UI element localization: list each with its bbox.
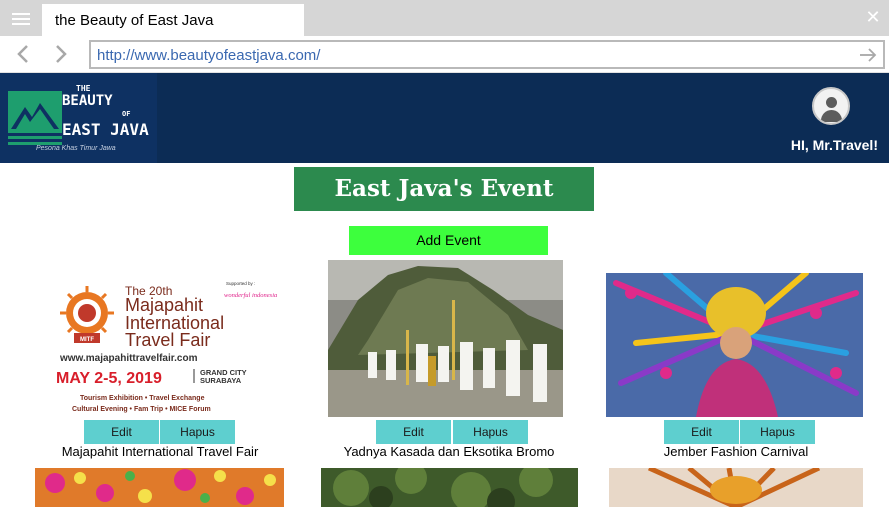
event-name: Majapahit International Travel Fair — [61, 444, 259, 459]
poster-date: MAY 2-5, 2019 — [56, 370, 162, 387]
url-text[interactable]: http://www.beautyofeastjava.com/ — [97, 47, 320, 64]
page-title: East Java's Event — [294, 167, 594, 211]
event-image[interactable] — [35, 468, 284, 507]
site-logo[interactable]: THE BEAUTY OF EAST JAVA Pesona Khas Timu… — [0, 73, 157, 163]
event-image[interactable]: MITF The 20th Supported by : wonderful i… — [52, 273, 284, 418]
event-name: Jember Fashion Carnival — [663, 444, 809, 459]
poster-activities-1: Tourism Exhibition • Travel Exchange — [80, 395, 205, 402]
address-bar[interactable]: http://www.beautyofeastjava.com/ — [89, 40, 885, 69]
poster-activities-2: Cultural Evening • Fam Trip • MICE Forum — [72, 406, 211, 413]
poster-supported-by: Supported by : — [226, 281, 255, 286]
event-image[interactable] — [321, 468, 578, 507]
add-event-button[interactable]: Add Event — [349, 226, 548, 255]
bromo-photo — [328, 260, 563, 417]
browser-navbar: http://www.beautyofeastjava.com/ — [0, 36, 889, 73]
event-photo-row2-3 — [609, 468, 863, 507]
delete-button[interactable]: Hapus — [740, 420, 815, 444]
delete-button[interactable]: Hapus — [160, 420, 235, 444]
mitf-logo-text: MITF — [80, 337, 94, 343]
jember-carnival-photo — [606, 273, 863, 417]
site-header: THE BEAUTY OF EAST JAVA Pesona Khas Timu… — [0, 73, 889, 163]
poster-title-3: Travel Fair — [125, 330, 210, 350]
user-greeting: HI, Mr.Travel! — [790, 137, 878, 153]
menu-icon[interactable] — [11, 10, 31, 26]
browser-tabbar: the Beauty of East Java ✕ — [0, 0, 889, 36]
poster-brand: wonderful indonesia — [224, 292, 277, 299]
event-name: Yadnya Kasada dan Eksotika Bromo — [343, 444, 555, 459]
event-photo-row2-1 — [35, 468, 284, 507]
edit-button[interactable]: Edit — [664, 420, 739, 444]
tab-title: the Beauty of East Java — [55, 12, 214, 29]
delete-button[interactable]: Hapus — [453, 420, 528, 444]
event-image[interactable] — [328, 260, 563, 417]
browser-tab[interactable]: the Beauty of East Java — [42, 4, 304, 36]
poster-title-1: Majapahit — [125, 295, 203, 315]
event-image[interactable] — [609, 468, 863, 507]
logo-tagline: Pesona Khas Timur Jawa — [36, 145, 116, 152]
user-avatar-icon[interactable] — [812, 87, 850, 125]
forward-arrow-icon[interactable] — [50, 43, 70, 65]
mitf-poster: MITF The 20th Supported by : wonderful i… — [56, 281, 277, 413]
logo-line-3: OF — [122, 110, 131, 118]
poster-website: www.majapahittravelfair.com — [59, 353, 198, 364]
mountain-logo-icon — [8, 91, 62, 145]
event-photo-row2-2 — [321, 468, 578, 507]
edit-button[interactable]: Edit — [84, 420, 159, 444]
poster-venue-2: SURABAYA — [200, 376, 242, 385]
edit-button[interactable]: Edit — [376, 420, 451, 444]
logo-line-4: EAST JAVA — [62, 120, 149, 139]
go-arrow-icon[interactable] — [859, 44, 877, 72]
close-icon[interactable]: ✕ — [865, 8, 881, 26]
logo-line-1: THE — [76, 84, 91, 93]
event-image[interactable] — [606, 273, 863, 417]
back-arrow-icon[interactable] — [14, 43, 34, 65]
logo-line-2: BEAUTY — [62, 93, 113, 109]
